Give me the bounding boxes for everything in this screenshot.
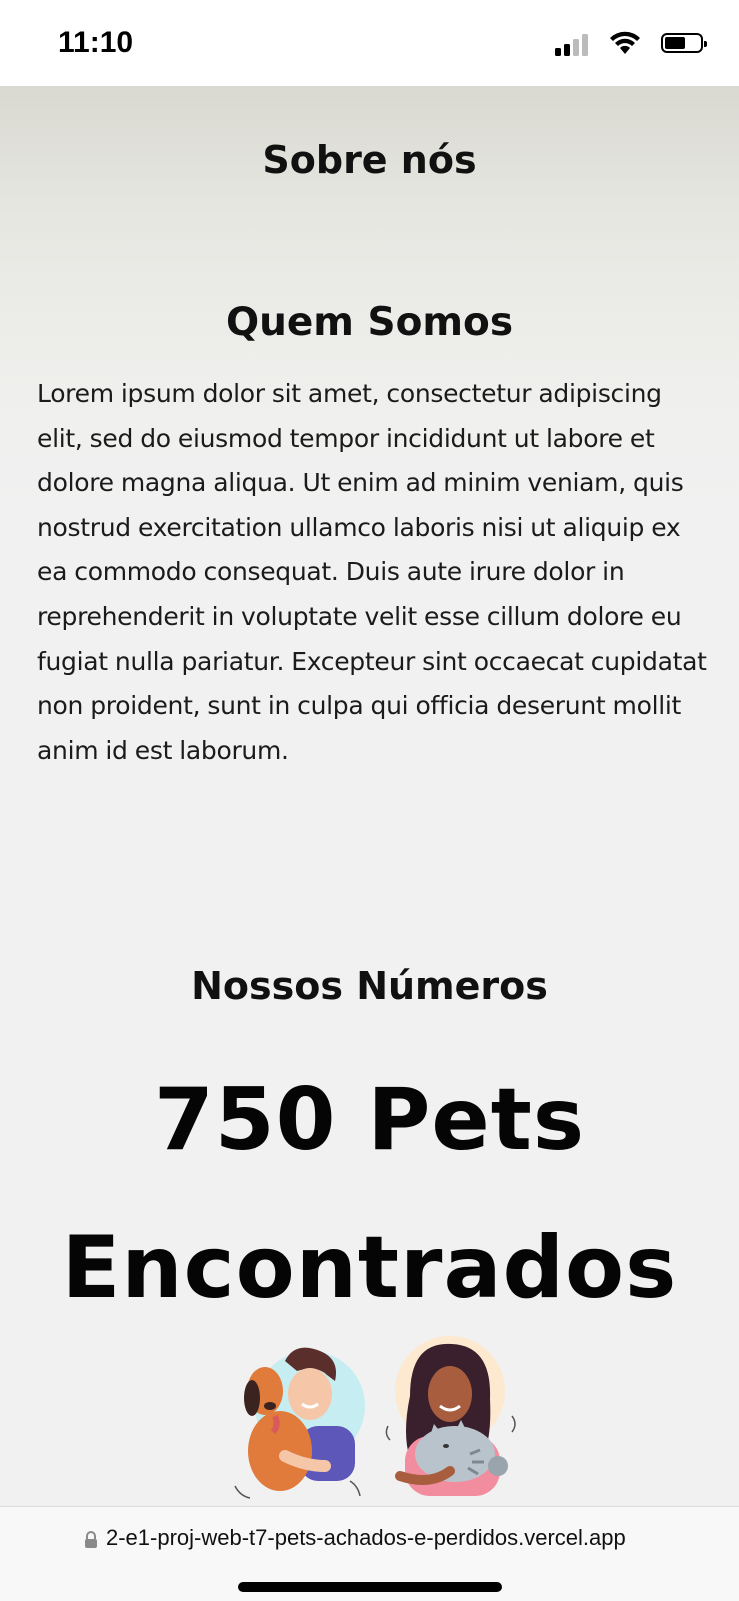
wifi-icon (610, 31, 640, 54)
woman-holding-cat-illustration (385, 1336, 516, 1496)
status-bar: 11:10 (0, 0, 739, 86)
man-hugging-dog-illustration (234, 1347, 365, 1499)
page-title: Sobre nós (262, 138, 477, 182)
status-icons (539, 30, 709, 58)
lock-icon (85, 1531, 97, 1548)
battery-icon (661, 33, 707, 53)
status-time: 11:10 (58, 26, 134, 59)
pets-found-stat: 750 Pets Encontrados (61, 1070, 678, 1318)
about-paragraph: Lorem ipsum dolor sit amet, consectetur … (37, 379, 707, 765)
illustrations (230, 1336, 520, 1506)
about-heading: Quem Somos (225, 300, 514, 345)
home-indicator[interactable] (238, 1582, 502, 1592)
url-text[interactable]: 2-e1-proj-web-t7-pets-achados-e-perdidos… (106, 1525, 626, 1551)
about-page: Sobre nós Quem Somos Lorem ipsum dolor s… (0, 86, 739, 1506)
cellular-signal-icon (555, 32, 591, 56)
numbers-heading: Nossos Números (191, 964, 548, 1008)
